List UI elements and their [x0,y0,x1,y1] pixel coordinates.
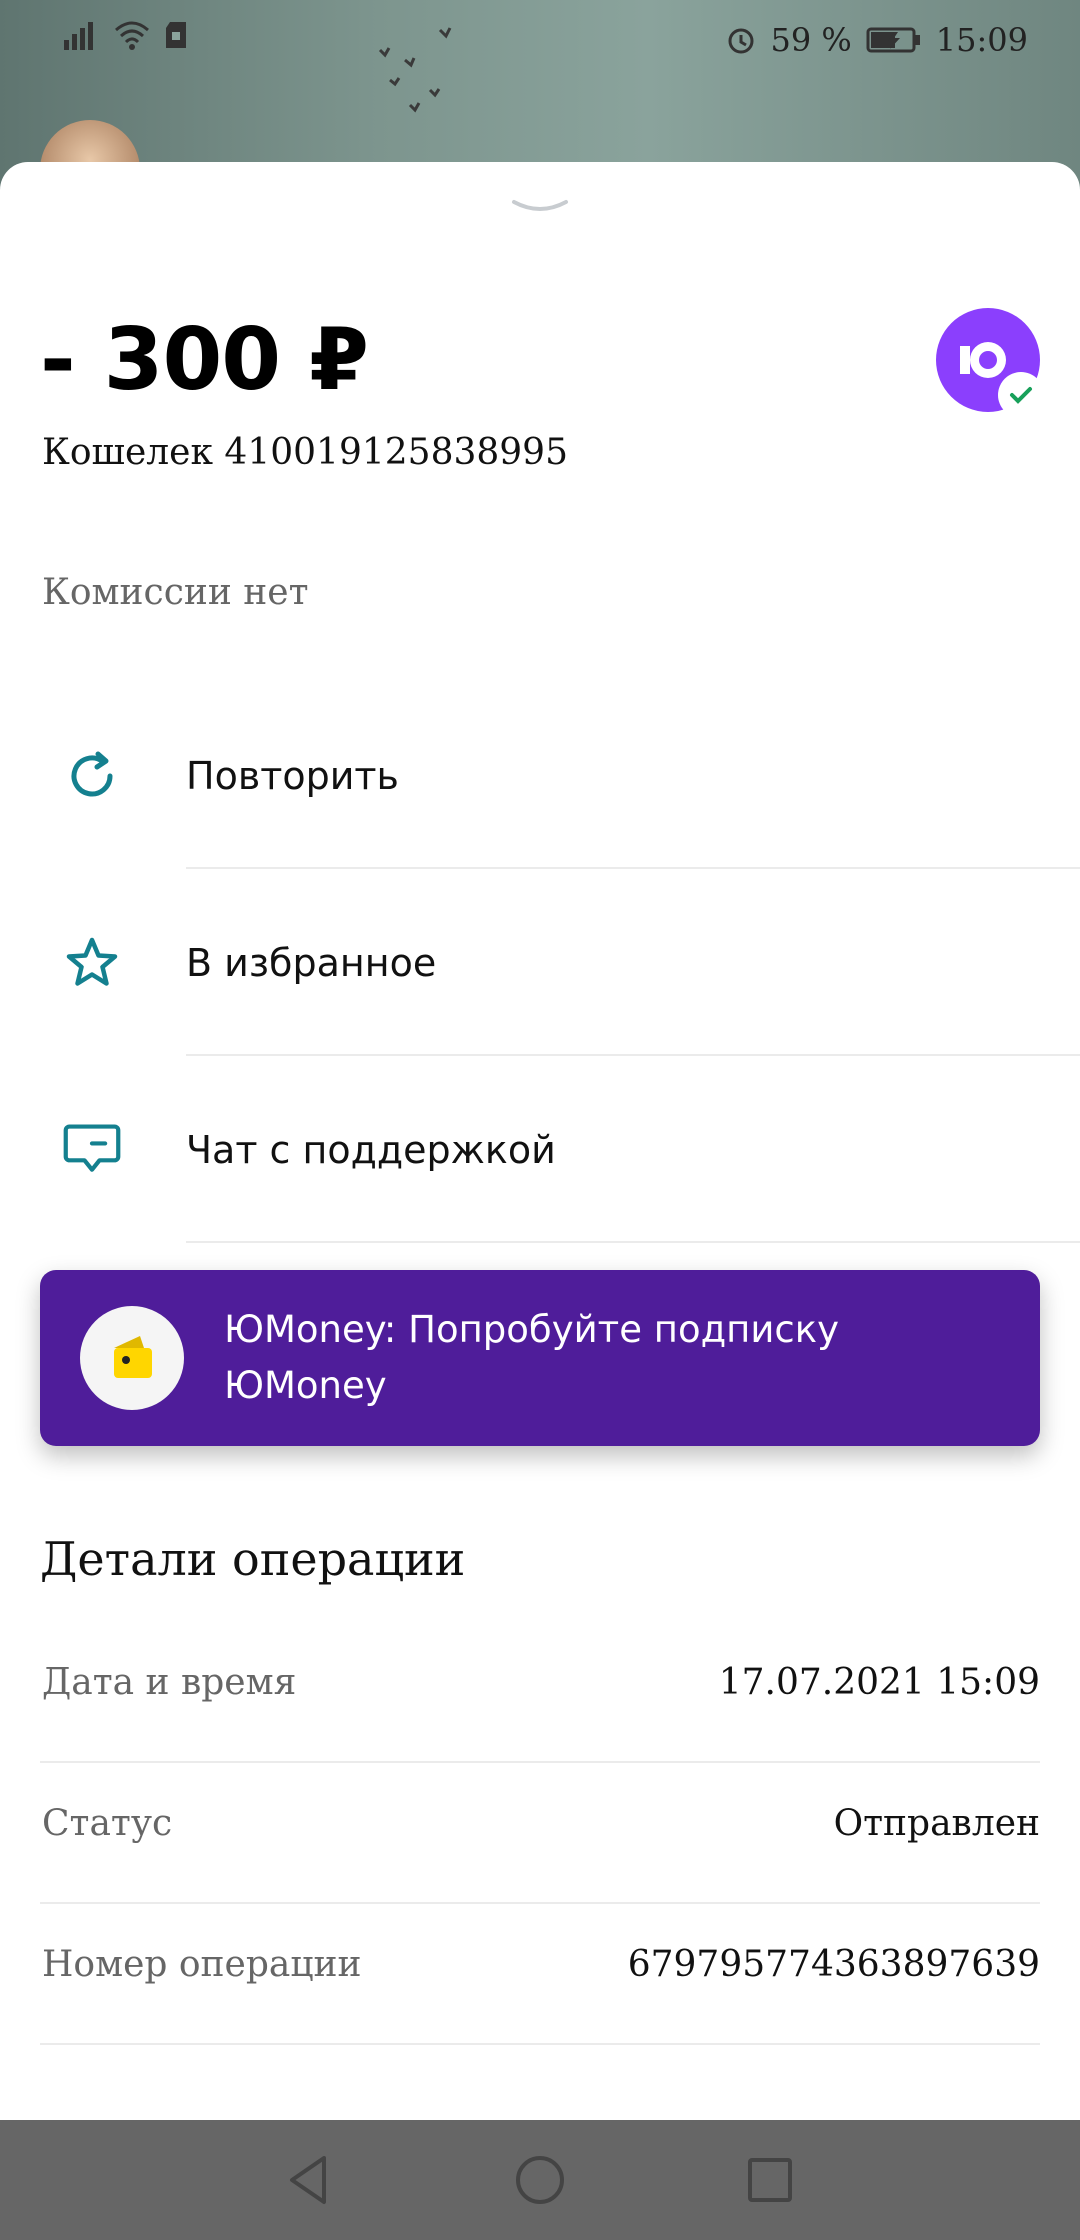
detail-value: 17.07.2021 15:09 [718,1662,1040,1703]
transaction-sheet: - 300 ₽ Кошелек 410019125838995 Комиссии… [0,162,1080,2120]
refresh-icon [62,746,122,806]
repeat-action-label: Повторить [186,753,399,798]
promo-banner[interactable]: ЮMoney: Попробуйте подписку ЮMoney [40,1270,1040,1446]
sheet-collapse-chevron-icon[interactable] [510,196,570,220]
support-chat-action[interactable]: Чат с поддержкой [0,1056,1080,1243]
support-chat-label: Чат с поддержкой [186,1127,556,1172]
wallet-icon [80,1306,184,1410]
status-bar: 59 % 15:09 [0,0,1080,80]
detail-value: Отправлен [833,1803,1040,1844]
actions-list: Повторить В избранное Чат с поддержкой [0,682,1080,1243]
add-to-favorites-action[interactable]: В избранное [0,869,1080,1056]
chat-icon [62,1120,122,1180]
detail-row-datetime: Дата и время 17.07.2021 15:09 [40,1622,1040,1763]
repeat-action[interactable]: Повторить [0,682,1080,869]
commission-info: Комиссии нет [42,572,309,613]
transaction-amount: - 300 ₽ [40,310,369,410]
star-icon [62,933,122,993]
favorites-action-label: В избранное [186,940,437,985]
details-title: Детали операции [40,1532,466,1586]
detail-label: Статус [42,1803,173,1844]
battery-percent: 59 % [770,21,852,59]
clock-time: 15:09 [935,21,1028,59]
details-list: Дата и время 17.07.2021 15:09 Статус Отп… [40,1622,1040,2045]
battery-charging-icon [866,27,920,53]
divider [186,1241,1080,1243]
verified-check-icon [998,372,1044,418]
back-icon[interactable] [280,2150,340,2210]
navigation-bar [0,2120,1080,2240]
signal-icon [64,22,93,50]
divider [40,2043,1040,2045]
wifi-icon [115,21,149,50]
detail-label: Номер операции [42,1944,362,1985]
detail-row-status: Статус Отправлен [40,1763,1040,1904]
recent-apps-icon[interactable] [740,2150,800,2210]
alarm-icon [728,28,754,54]
home-icon[interactable] [510,2150,570,2210]
detail-row-operation-number: Номер операции 679795774363897639 [40,1904,1040,2045]
detail-value: 679795774363897639 [627,1944,1040,1985]
detail-label: Дата и время [42,1662,297,1703]
promo-text: ЮMoney: Попробуйте подписку ЮMoney [224,1308,839,1407]
sim-card-icon [166,22,186,48]
wallet-number: Кошелек 410019125838995 [42,432,568,473]
